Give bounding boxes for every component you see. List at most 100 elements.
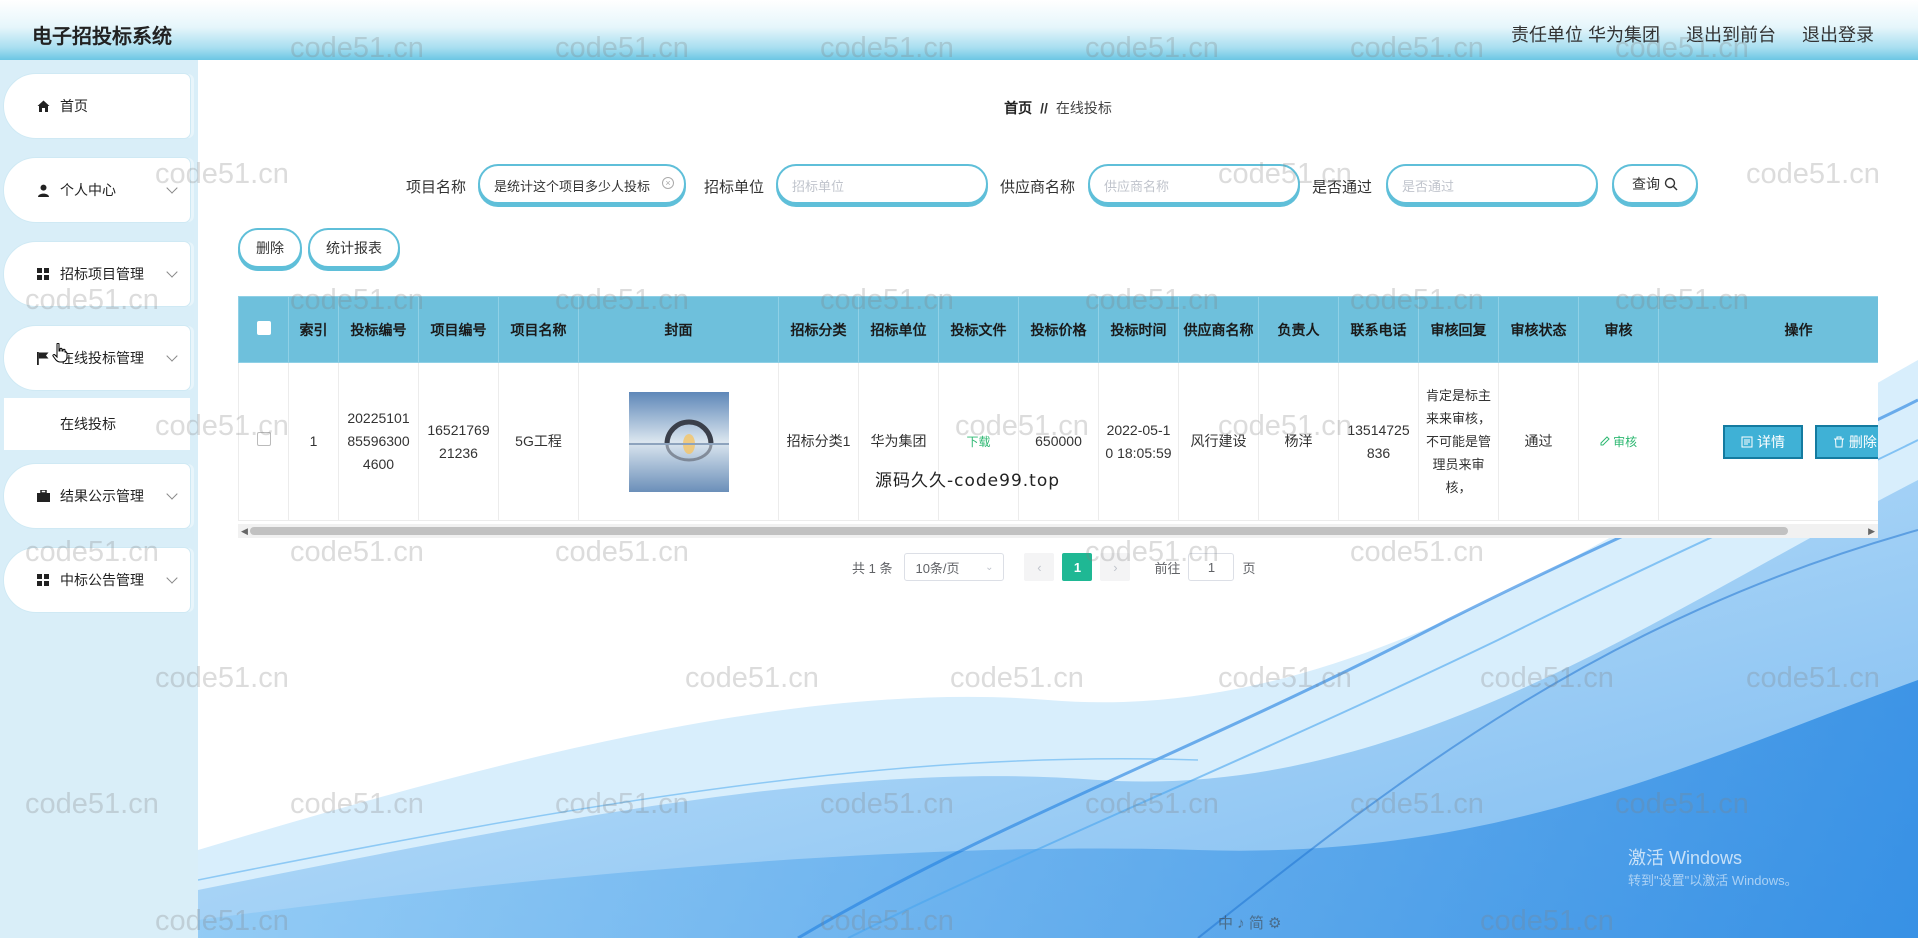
column-header: 联系电话 <box>1338 296 1419 363</box>
windows-activation-hint: 转到"设置"以激活 Windows。 <box>1628 873 1798 888</box>
delete-label: 删除 <box>1848 433 1877 450</box>
batch-delete-button[interactable]: 删除 <box>238 228 302 268</box>
document-icon <box>1741 436 1753 447</box>
column-header: 封面 <box>578 296 779 363</box>
windows-activation-title: 激活 Windows <box>1628 848 1743 868</box>
breadcrumb-home[interactable]: 首页 <box>1004 100 1032 116</box>
cell-owner: 杨洋 <box>1258 362 1339 521</box>
next-page-button[interactable]: › <box>1100 553 1131 581</box>
sidebar-item-label: 在线投标管理 <box>60 350 144 366</box>
passed-label: 是否通过 <box>1312 179 1373 196</box>
chevron-down-icon: ⌄ <box>985 561 994 573</box>
row-checkbox[interactable] <box>256 432 271 446</box>
prev-page-button[interactable]: ‹ <box>1024 553 1055 581</box>
cell-actions: 详情 删除 <box>1658 362 1878 521</box>
project-name-value: 是统计这个项目多少人投标 <box>494 179 651 194</box>
cell-category: 招标分类1 <box>778 362 859 521</box>
source-watermark: 源码久久-code99.top <box>875 471 1061 491</box>
cell-audit: 审核 <box>1578 362 1659 521</box>
row-checkbox-cell[interactable] <box>238 362 289 521</box>
exit-to-front-link[interactable]: 退出到前台 <box>1686 21 1776 47</box>
breadcrumb: 首页 // 在线投标 <box>198 98 1918 118</box>
sidebar-item-label: 招标项目管理 <box>60 266 144 282</box>
cell-status: 通过 <box>1498 362 1579 521</box>
project-name-input[interactable]: 是统计这个项目多少人投标 × <box>478 164 686 204</box>
sidebar-item-personal-center[interactable]: 个人中心 <box>4 158 190 222</box>
total-count: 共 1 条 <box>852 560 893 576</box>
detail-label: 详情 <box>1757 433 1785 450</box>
chevron-down-icon <box>166 572 178 584</box>
cell-project-name: 5G工程 <box>498 362 579 521</box>
cover-image <box>628 391 729 492</box>
cell-project-no: 1652176921236 <box>418 362 499 521</box>
page-number-button[interactable]: 1 <box>1062 553 1093 581</box>
home-icon <box>36 99 50 113</box>
bid-unit-label: 招标单位 <box>704 179 765 196</box>
breadcrumb-current: 在线投标 <box>1055 100 1112 116</box>
cell-price: 650000 <box>1018 362 1099 521</box>
main-content: 首页 // 在线投标 项目名称 是统计这个项目多少人投标 × 招标单位 招标单位 供… <box>198 60 1918 938</box>
download-link[interactable]: 下载 <box>966 435 990 449</box>
breadcrumb-separator: // <box>1040 100 1048 116</box>
scrollbar-thumb[interactable] <box>250 527 1788 535</box>
grid-icon <box>36 267 50 281</box>
column-header: 审核状态 <box>1498 296 1579 363</box>
audit-link[interactable]: 审核 <box>1600 435 1637 449</box>
pagination: 共 1 条 10条/页 ⌄ ‹ 1 › 前往 1 页 <box>852 552 1256 582</box>
sidebar-item-result-publicity[interactable]: 结果公示管理 <box>4 464 190 528</box>
table-header-row: 索引 投标编号 项目编号 项目名称 封面 招标分类 招标单位 投标文件 投标价格… <box>238 296 1878 363</box>
column-header: 投标文件 <box>938 296 1019 363</box>
column-header: 索引 <box>288 296 339 363</box>
supplier-name-input[interactable]: 供应商名称 <box>1088 164 1300 204</box>
column-header: 供应商名称 <box>1178 296 1259 363</box>
column-header: 投标价格 <box>1018 296 1099 363</box>
chevron-down-icon <box>166 350 178 362</box>
cell-time: 2022-05-10 18:05:59 <box>1098 362 1179 521</box>
project-name-label: 项目名称 <box>406 179 467 196</box>
horizontal-scrollbar[interactable]: ◀ ▶ <box>238 524 1878 538</box>
scroll-left-icon[interactable]: ◀ <box>241 526 248 537</box>
detail-button[interactable]: 详情 <box>1723 424 1803 459</box>
table-row: 1 20225101855963004600 1652176921236 5G工… <box>238 362 1878 521</box>
logout-link[interactable]: 退出登录 <box>1802 21 1874 47</box>
query-button[interactable]: 查询 <box>1612 164 1698 204</box>
sidebar-item-online-bid-management[interactable]: 在线投标管理 <box>4 326 190 390</box>
query-button-label: 查询 <box>1632 176 1660 192</box>
briefcase-icon <box>36 489 50 503</box>
sidebar-item-home[interactable]: 首页 <box>4 74 190 138</box>
grid-icon <box>36 573 50 587</box>
flag-icon <box>36 351 50 365</box>
goto-suffix: 页 <box>1242 560 1256 576</box>
sidebar-item-online-bid[interactable]: 在线投标 <box>4 398 190 450</box>
bid-unit-input[interactable]: 招标单位 <box>776 164 988 204</box>
audit-label: 审核 <box>1613 434 1638 449</box>
header-actions: 责任单位 华为集团 退出到前台 退出登录 <box>1511 21 1874 47</box>
passed-select[interactable]: 是否通过 <box>1386 164 1598 204</box>
column-header: 审核回复 <box>1418 296 1499 363</box>
select-all-checkbox-cell[interactable] <box>238 296 289 363</box>
page-size-value: 10条/页 <box>915 560 960 576</box>
column-header: 投标编号 <box>338 296 419 363</box>
clear-icon[interactable]: × <box>662 177 674 189</box>
sidebar-item-label: 在线投标 <box>60 416 116 432</box>
stats-report-button[interactable]: 统计报表 <box>308 228 400 268</box>
sidebar-item-tender-projects[interactable]: 招标项目管理 <box>4 242 190 306</box>
cell-bid-no: 20225101855963004600 <box>338 362 419 521</box>
chevron-down-icon <box>166 182 178 194</box>
delete-button[interactable]: 删除 <box>1814 424 1878 459</box>
responsible-unit-label: 责任单位 华为集团 <box>1510 25 1660 45</box>
sidebar-item-award-announcement[interactable]: 中标公告管理 <box>4 548 190 612</box>
goto-page-input[interactable]: 1 <box>1188 553 1235 581</box>
bid-table: 索引 投标编号 项目编号 项目名称 封面 招标分类 招标单位 投标文件 投标价格… <box>238 296 1878 536</box>
top-bar: 电子招投标系统 责任单位 华为集团 退出到前台 退出登录 <box>0 0 1918 60</box>
scroll-right-icon[interactable]: ▶ <box>1868 526 1875 537</box>
hand-cursor-icon <box>52 343 68 363</box>
column-header: 操作 <box>1658 296 1878 363</box>
column-header: 投标时间 <box>1098 296 1179 363</box>
supplier-name-label: 供应商名称 <box>1000 179 1076 196</box>
select-all-checkbox[interactable] <box>256 320 271 335</box>
page-size-select[interactable]: 10条/页 ⌄ <box>904 553 1005 581</box>
edit-icon <box>1600 435 1610 445</box>
cell-phone: 13514725836 <box>1338 362 1419 521</box>
sidebar-item-label: 个人中心 <box>60 182 116 198</box>
